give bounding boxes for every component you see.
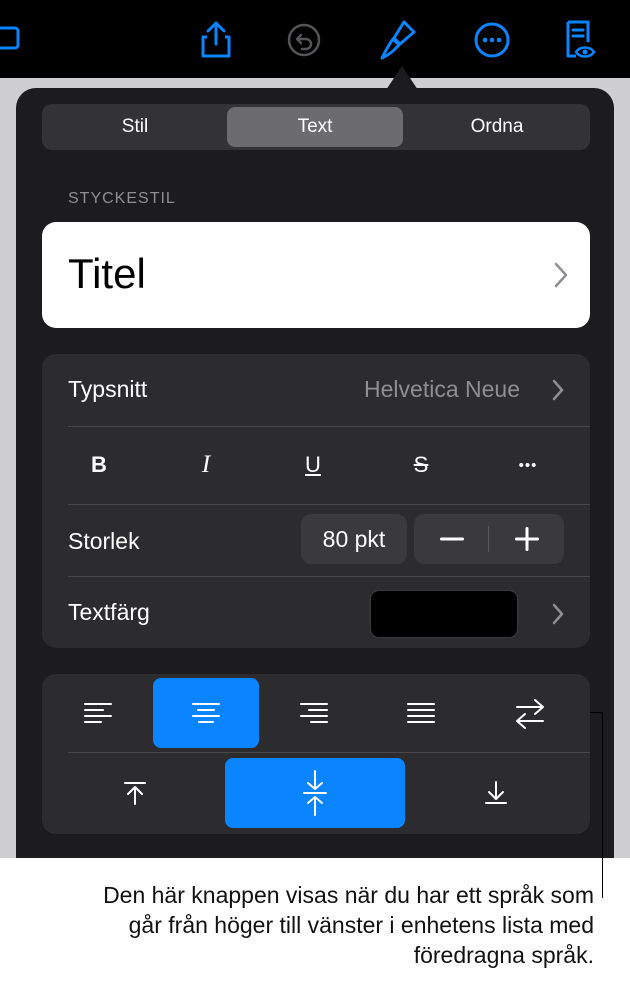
tab-text[interactable]: Text: [227, 107, 403, 147]
screenshot-stage: Stil Text Ordna STYCKESTIL Titel Typsnit…: [0, 0, 630, 990]
font-settings-card: Typsnitt Helvetica Neue B I U S ••• Stor…: [42, 354, 590, 648]
media-icon[interactable]: [0, 14, 38, 66]
font-label: Typsnitt: [68, 376, 148, 402]
align-middle-button[interactable]: [225, 758, 405, 828]
strikethrough-button[interactable]: S: [391, 440, 451, 490]
divider: [68, 504, 590, 505]
underline-button[interactable]: U: [283, 440, 343, 490]
share-icon[interactable]: [190, 14, 242, 66]
alignment-card: [42, 674, 590, 834]
decrease-size-button[interactable]: [414, 514, 489, 564]
chevron-right-icon: [554, 262, 568, 293]
italic-button[interactable]: I: [176, 440, 236, 490]
callout-leader-tick: [590, 712, 602, 713]
bold-button[interactable]: B: [69, 440, 129, 490]
text-direction-icon[interactable]: [478, 678, 582, 748]
tab-stil[interactable]: Stil: [45, 107, 225, 147]
font-size-field[interactable]: 80 pkt: [301, 514, 407, 564]
format-popover: Stil Text Ordna STYCKESTIL Titel Typsnit…: [16, 88, 614, 858]
divider: [68, 752, 590, 753]
align-right-button[interactable]: [264, 678, 364, 748]
tab-ordna[interactable]: Ordna: [407, 107, 587, 147]
popover-arrow: [386, 66, 418, 90]
paragraph-style-button[interactable]: Titel: [42, 222, 590, 328]
format-brush-icon[interactable]: [372, 14, 424, 66]
font-value[interactable]: Helvetica Neue: [364, 376, 520, 403]
align-left-button[interactable]: [48, 678, 148, 748]
undo-icon[interactable]: [278, 14, 330, 66]
size-label: Storlek: [68, 528, 140, 554]
text-color-swatch[interactable]: [370, 590, 518, 638]
section-label: STYCKESTIL: [68, 190, 176, 207]
more-text-options-button[interactable]: •••: [498, 440, 558, 490]
callout-text: Den här knappen visas när du har ett spr…: [103, 882, 594, 968]
top-toolbar: [0, 0, 630, 78]
divider: [68, 426, 590, 427]
more-options-icon[interactable]: [466, 14, 518, 66]
format-tabs: Stil Text Ordna: [42, 104, 590, 150]
paragraph-style-name: Titel: [68, 250, 146, 297]
align-top-button[interactable]: [48, 758, 222, 828]
font-size-stepper: [414, 514, 564, 564]
increase-size-button[interactable]: [489, 514, 564, 564]
reading-view-icon[interactable]: [552, 14, 604, 66]
align-center-button[interactable]: [153, 678, 259, 748]
text-color-label: Textfärg: [68, 599, 150, 625]
chevron-right-icon[interactable]: [552, 603, 564, 630]
align-bottom-button[interactable]: [408, 758, 584, 828]
callout-leader-line: [602, 712, 603, 898]
divider: [68, 576, 590, 577]
chevron-right-icon[interactable]: [552, 379, 564, 406]
justify-button[interactable]: [371, 678, 471, 748]
